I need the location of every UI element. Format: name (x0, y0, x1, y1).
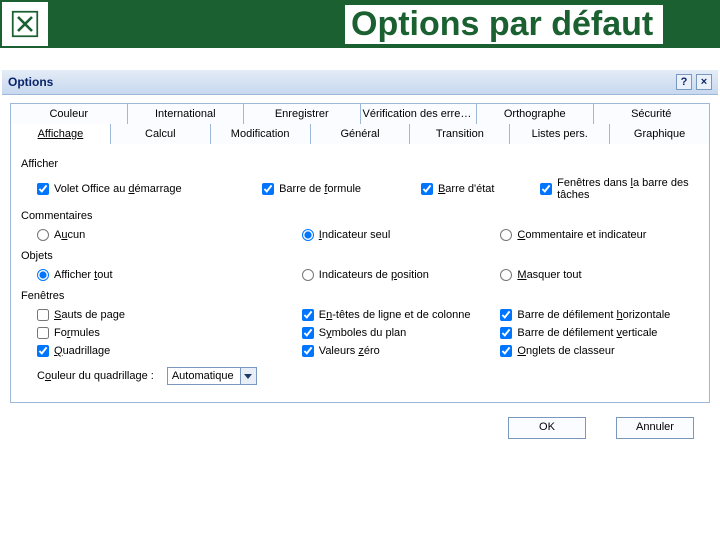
lbl-afficher-tout[interactable]: Afficher tout (54, 269, 113, 281)
tab-couleur[interactable]: Couleur (10, 103, 128, 124)
lbl-sauts-page[interactable]: Sauts de page (54, 309, 125, 321)
lbl-symboles-plan[interactable]: Symboles du plan (319, 327, 406, 339)
dialog-titlebar: Options ? × (2, 70, 718, 95)
tab-graphique[interactable]: Graphique (610, 124, 710, 144)
lbl-commentaire-indicateur[interactable]: Commentaire et indicateur (517, 229, 646, 241)
lbl-entetes[interactable]: En-têtes de ligne et de colonne (319, 309, 471, 321)
tab-orthographe[interactable]: Orthographe (477, 103, 594, 124)
tab-international[interactable]: International (128, 103, 245, 124)
section-fenetres-label: Fenêtres (21, 290, 699, 302)
lbl-indicateurs-position[interactable]: Indicateurs de position (319, 269, 429, 281)
radio-masquer-tout[interactable] (500, 269, 512, 281)
radio-aucun[interactable] (37, 229, 49, 241)
chk-onglets-classeur[interactable] (500, 345, 512, 357)
tab-listes-pers[interactable]: Listes pers. (510, 124, 610, 144)
lbl-valeurs-zero[interactable]: Valeurs zéro (319, 345, 380, 357)
section-afficher-label: Afficher (21, 158, 699, 170)
radio-indicateur-seul[interactable] (302, 229, 314, 241)
lbl-formules[interactable]: Formules (54, 327, 100, 339)
tab-calcul[interactable]: Calcul (111, 124, 211, 144)
tab-enregistrer[interactable]: Enregistrer (244, 103, 361, 124)
chk-defilement-h[interactable] (500, 309, 512, 321)
tab-modification[interactable]: Modification (211, 124, 311, 144)
dialog-title: Options (8, 75, 53, 89)
tab-affichage[interactable]: Affichage (10, 124, 111, 144)
lbl-quadrillage[interactable]: Quadrillage (54, 345, 110, 357)
chk-volet-office[interactable] (37, 183, 49, 195)
close-button[interactable]: × (696, 74, 712, 90)
lbl-volet-office[interactable]: Volet Office au démarrage (54, 183, 182, 195)
combo-couleur-quadrillage[interactable]: Automatique (167, 367, 257, 385)
chk-valeurs-zero[interactable] (302, 345, 314, 357)
page-title: Options par défaut (345, 5, 663, 44)
chk-defilement-v[interactable] (500, 327, 512, 339)
lbl-barre-formule[interactable]: Barre de formule (279, 183, 361, 195)
lbl-masquer-tout[interactable]: Masquer tout (517, 269, 581, 281)
radio-commentaire-indicateur[interactable] (500, 229, 512, 241)
lbl-defilement-v[interactable]: Barre de défilement verticale (517, 327, 657, 339)
help-button[interactable]: ? (676, 74, 692, 90)
lbl-onglets-classeur[interactable]: Onglets de classeur (517, 345, 614, 357)
slide-header: Options par défaut (0, 0, 720, 50)
tab-verification-erreurs[interactable]: Vérification des erreurs (361, 103, 478, 124)
excel-icon (0, 0, 50, 48)
tab-general[interactable]: Général (311, 124, 411, 144)
section-commentaires-label: Commentaires (21, 210, 699, 222)
combo-value: Automatique (168, 370, 240, 382)
ok-button[interactable]: OK (508, 417, 586, 439)
chk-sauts-page[interactable] (37, 309, 49, 321)
lbl-defilement-h[interactable]: Barre de défilement horizontale (517, 309, 670, 321)
chevron-down-icon[interactable] (240, 368, 256, 384)
tab-securite[interactable]: Sécurité (594, 103, 711, 124)
lbl-aucun[interactable]: Aucun (54, 229, 85, 241)
lbl-indicateur-seul[interactable]: Indicateur seul (319, 229, 391, 241)
tab-row-1: Couleur International Enregistrer Vérifi… (10, 103, 710, 124)
chk-symboles-plan[interactable] (302, 327, 314, 339)
tab-transition[interactable]: Transition (410, 124, 510, 144)
chk-barre-etat[interactable] (421, 183, 433, 195)
chk-fenetres-barre-taches[interactable] (540, 183, 552, 195)
section-objets-label: Objets (21, 250, 699, 262)
chk-barre-formule[interactable] (262, 183, 274, 195)
tab-panel-affichage: Afficher Volet Office au démarrage Barre… (10, 144, 710, 403)
lbl-fenetres-barre-taches[interactable]: Fenêtres dans la barre des tâches (557, 177, 699, 201)
tab-row-2: Affichage Calcul Modification Général Tr… (10, 124, 710, 144)
radio-afficher-tout[interactable] (37, 269, 49, 281)
lbl-barre-etat[interactable]: Barre d'état (438, 183, 495, 195)
chk-quadrillage[interactable] (37, 345, 49, 357)
chk-formules[interactable] (37, 327, 49, 339)
chk-entetes[interactable] (302, 309, 314, 321)
options-dialog: Options ? × Couleur International Enregi… (2, 70, 718, 439)
radio-indicateurs-position[interactable] (302, 269, 314, 281)
cancel-button[interactable]: Annuler (616, 417, 694, 439)
lbl-couleur-quadrillage: Couleur du quadrillage : (37, 370, 154, 382)
